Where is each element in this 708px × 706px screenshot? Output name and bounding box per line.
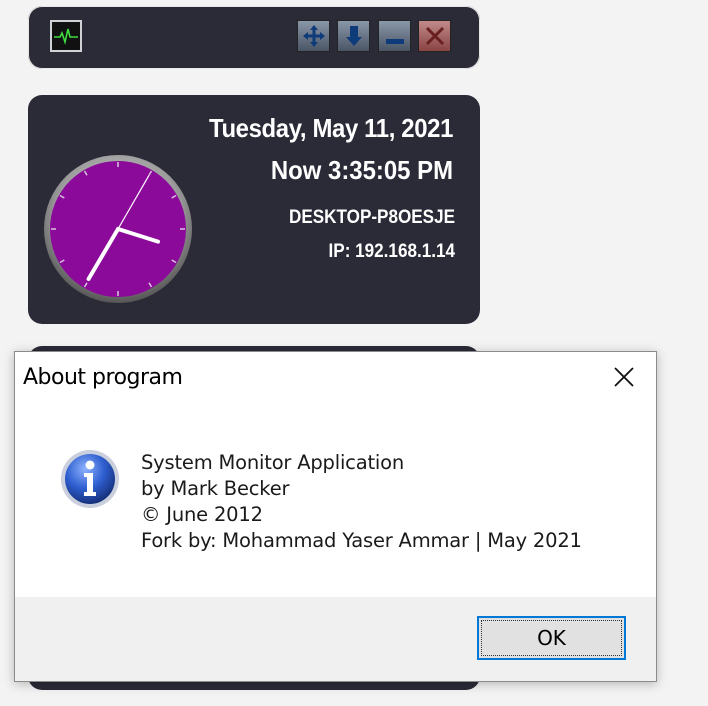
pin-down-button[interactable]	[337, 20, 370, 52]
date-label: Tuesday, May 11, 2021	[208, 113, 453, 143]
move-icon	[302, 25, 325, 47]
author-line: by Mark Becker	[141, 477, 290, 500]
dialog-title: About program	[23, 365, 183, 390]
minimize-button[interactable]	[378, 20, 411, 52]
app-name-line: System Monitor Application	[141, 451, 404, 474]
time-label: Now 3:35:05 PM	[270, 155, 453, 185]
arrow-down-icon	[345, 26, 362, 46]
heartbeat-monitor-icon[interactable]	[50, 20, 82, 52]
analog-clock	[44, 155, 192, 303]
dialog-close-button[interactable]	[610, 363, 638, 391]
minimize-icon	[385, 39, 404, 44]
close-icon	[614, 367, 634, 387]
close-widget-button[interactable]	[418, 20, 451, 52]
close-icon	[425, 26, 444, 46]
fork-line: Fork by: Mohammad Yaser Ammar | May 2021	[141, 529, 582, 552]
ok-button[interactable]: OK	[477, 616, 626, 660]
ip-address-label: IP: 192.168.1.14	[328, 241, 455, 262]
info-icon	[61, 450, 119, 508]
hostname-label: DESKTOP-P8OESJE	[289, 207, 455, 228]
dialog-footer: OK	[15, 597, 656, 681]
copyright-line: © June 2012	[141, 503, 263, 526]
about-dialog: About program System Monitor Application…	[14, 351, 657, 682]
about-message: System Monitor Application by Mark Becke…	[141, 450, 582, 554]
toolbar-panel	[28, 6, 480, 69]
move-button[interactable]	[297, 20, 330, 52]
